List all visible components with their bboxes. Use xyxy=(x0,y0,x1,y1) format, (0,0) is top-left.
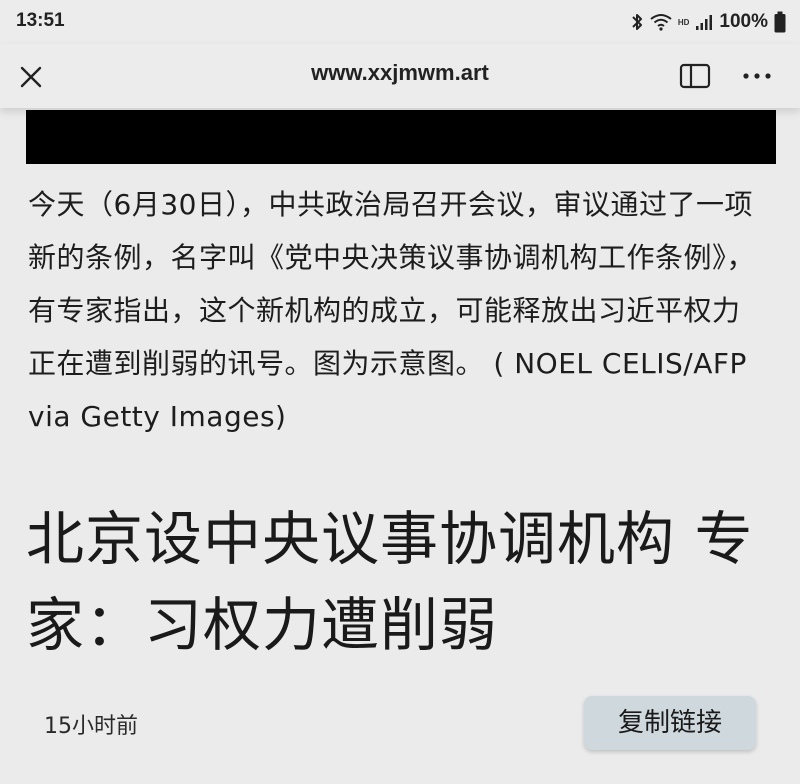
status-bar: 13:51 HD 100% xyxy=(0,0,800,44)
status-icons: HD 100% xyxy=(630,9,786,35)
article-content: 今天（6月30日），中共政治局召开会议，审议通过了一项新的条例，名字叫《党中央决… xyxy=(0,108,800,784)
status-time: 13:51 xyxy=(16,10,65,31)
reader-mode-icon xyxy=(679,63,711,89)
image-caption: 今天（6月30日），中共政治局召开会议，审议通过了一项新的条例，名字叫《党中央决… xyxy=(28,188,756,433)
article-headline: 北京设中央议事协调机构 专家：习权力遭削弱 xyxy=(26,505,754,659)
copy-link-button[interactable]: 复制链接 xyxy=(584,696,756,750)
more-options-button[interactable] xyxy=(740,62,774,90)
more-icon xyxy=(743,73,771,79)
hd-label: HD xyxy=(677,17,690,27)
reader-mode-button[interactable] xyxy=(678,62,712,90)
browser-toolbar: www.xxjmwm.art xyxy=(0,44,800,108)
battery-icon xyxy=(774,11,786,33)
article-image xyxy=(26,110,776,164)
publish-time: 15小时前 xyxy=(44,714,138,739)
battery-percent: 100% xyxy=(719,11,768,32)
signal-icon xyxy=(696,15,713,30)
wifi-icon xyxy=(650,14,672,31)
bluetooth-icon xyxy=(632,14,642,30)
